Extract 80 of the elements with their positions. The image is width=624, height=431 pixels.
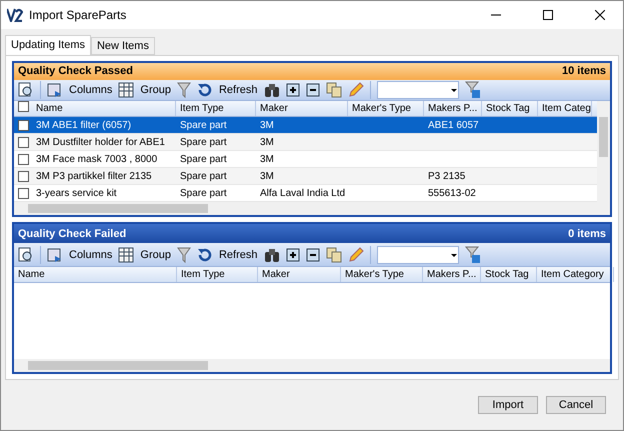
table-cell-text: Alfa Laval India Ltd xyxy=(259,188,346,198)
preview-icon[interactable] xyxy=(18,246,34,262)
window-title: Import SpareParts xyxy=(29,8,128,22)
table-cell-text: Spare part xyxy=(179,120,228,130)
row-checkbox[interactable] xyxy=(18,136,28,148)
panel-title: Quality Check Passed xyxy=(18,65,133,78)
row-checkbox[interactable] xyxy=(18,170,28,182)
expand-icon[interactable] xyxy=(286,82,300,97)
columns-icon[interactable] xyxy=(47,82,63,98)
table-cell-text: 3M Dustfilter holder for ABE1 xyxy=(35,136,166,148)
panel-title: Quality Check Failed xyxy=(18,228,126,240)
horizontal-scrollbar[interactable] xyxy=(14,202,610,215)
table-cell-text: 3M ABE1 filter (6057) xyxy=(35,120,132,130)
copy-icon[interactable] xyxy=(326,246,342,262)
copy-icon[interactable] xyxy=(326,82,342,98)
filter-icon[interactable] xyxy=(176,82,191,98)
table-cell-text: 555613-02 xyxy=(427,188,477,198)
table-cell-text: 3-years service kit xyxy=(35,188,118,198)
select-all-checkbox[interactable] xyxy=(18,101,28,112)
column-header[interactable]: Name xyxy=(14,267,177,282)
column-header[interactable]: Stock Tag xyxy=(481,267,537,282)
table-cell-text: 3M xyxy=(259,154,275,164)
app-logo-icon xyxy=(7,8,23,22)
refresh-icon[interactable] xyxy=(196,246,213,262)
tab[interactable]: New Items xyxy=(90,37,155,55)
row-checkbox[interactable] xyxy=(18,188,28,198)
table-cell-text: ABE1 6057 xyxy=(427,120,480,130)
table-cell-text: 3M P3 partikkel filter 2135 xyxy=(35,170,153,182)
table-cell-text: Spare part xyxy=(179,188,228,198)
column-header[interactable]: Maker's Type xyxy=(341,267,423,282)
preview-icon[interactable] xyxy=(18,82,34,98)
group-button[interactable]: Group xyxy=(140,84,171,96)
expand-icon[interactable] xyxy=(286,248,300,262)
close-icon[interactable] xyxy=(595,10,605,20)
collapse-icon[interactable] xyxy=(306,248,320,262)
save-filter-icon[interactable] xyxy=(464,246,481,264)
column-header[interactable]: Maker's Type xyxy=(348,101,424,116)
columns-button[interactable]: Columns xyxy=(69,248,112,260)
column-header[interactable]: Item Category xyxy=(537,267,614,282)
table-cell-text: 3M xyxy=(259,136,275,148)
table-cell-text: Spare part xyxy=(179,170,228,182)
column-header[interactable]: Item Type xyxy=(177,267,258,282)
row-checkbox[interactable] xyxy=(18,154,28,164)
horizontal-scrollbar[interactable] xyxy=(14,359,610,372)
tab[interactable]: Updating Items xyxy=(5,35,91,55)
columns-button[interactable]: Columns xyxy=(69,84,112,96)
column-header[interactable]: Item Type xyxy=(176,101,256,116)
grid-icon[interactable] xyxy=(118,82,134,98)
column-header[interactable]: Makers P... xyxy=(423,267,481,282)
table-cell-text: 3M xyxy=(259,120,275,130)
columns-icon[interactable] xyxy=(47,246,63,262)
row-checkbox[interactable] xyxy=(18,120,28,130)
column-header[interactable]: Maker xyxy=(256,101,348,116)
binoculars-icon[interactable] xyxy=(264,82,280,98)
table-cell-text: Spare part xyxy=(179,136,228,148)
binoculars-icon[interactable] xyxy=(264,246,280,262)
column-header[interactable]: Name xyxy=(32,101,176,116)
maximize-icon[interactable] xyxy=(543,10,553,20)
table-cell-text: 3M Face mask 7003 , 8000 xyxy=(35,154,158,164)
filter-icon[interactable] xyxy=(176,246,191,262)
item-count: 0 items xyxy=(568,228,606,240)
group-button[interactable]: Group xyxy=(140,248,171,260)
grid-icon[interactable] xyxy=(118,246,134,262)
refresh-button[interactable]: Refresh xyxy=(218,84,258,96)
refresh-button[interactable]: Refresh xyxy=(218,248,258,260)
item-count: 10 items xyxy=(562,65,606,78)
save-filter-icon[interactable] xyxy=(464,80,481,99)
collapse-icon[interactable] xyxy=(306,82,320,97)
table-cell-text: Spare part xyxy=(179,154,228,164)
table-cell-text: P3 2135 xyxy=(427,170,466,182)
column-header[interactable]: Item Categ xyxy=(538,101,592,116)
vertical-scrollbar[interactable] xyxy=(597,101,610,202)
table-cell-text: 3M xyxy=(259,170,275,182)
refresh-icon[interactable] xyxy=(196,82,213,98)
dialog-button[interactable]: Cancel xyxy=(546,396,606,414)
dialog-button[interactable]: Import xyxy=(478,396,538,414)
column-header[interactable]: Makers P... xyxy=(424,101,482,116)
column-header[interactable]: Maker xyxy=(258,267,341,282)
pencil-icon[interactable] xyxy=(348,246,364,262)
column-header[interactable]: Stock Tag xyxy=(482,101,538,116)
